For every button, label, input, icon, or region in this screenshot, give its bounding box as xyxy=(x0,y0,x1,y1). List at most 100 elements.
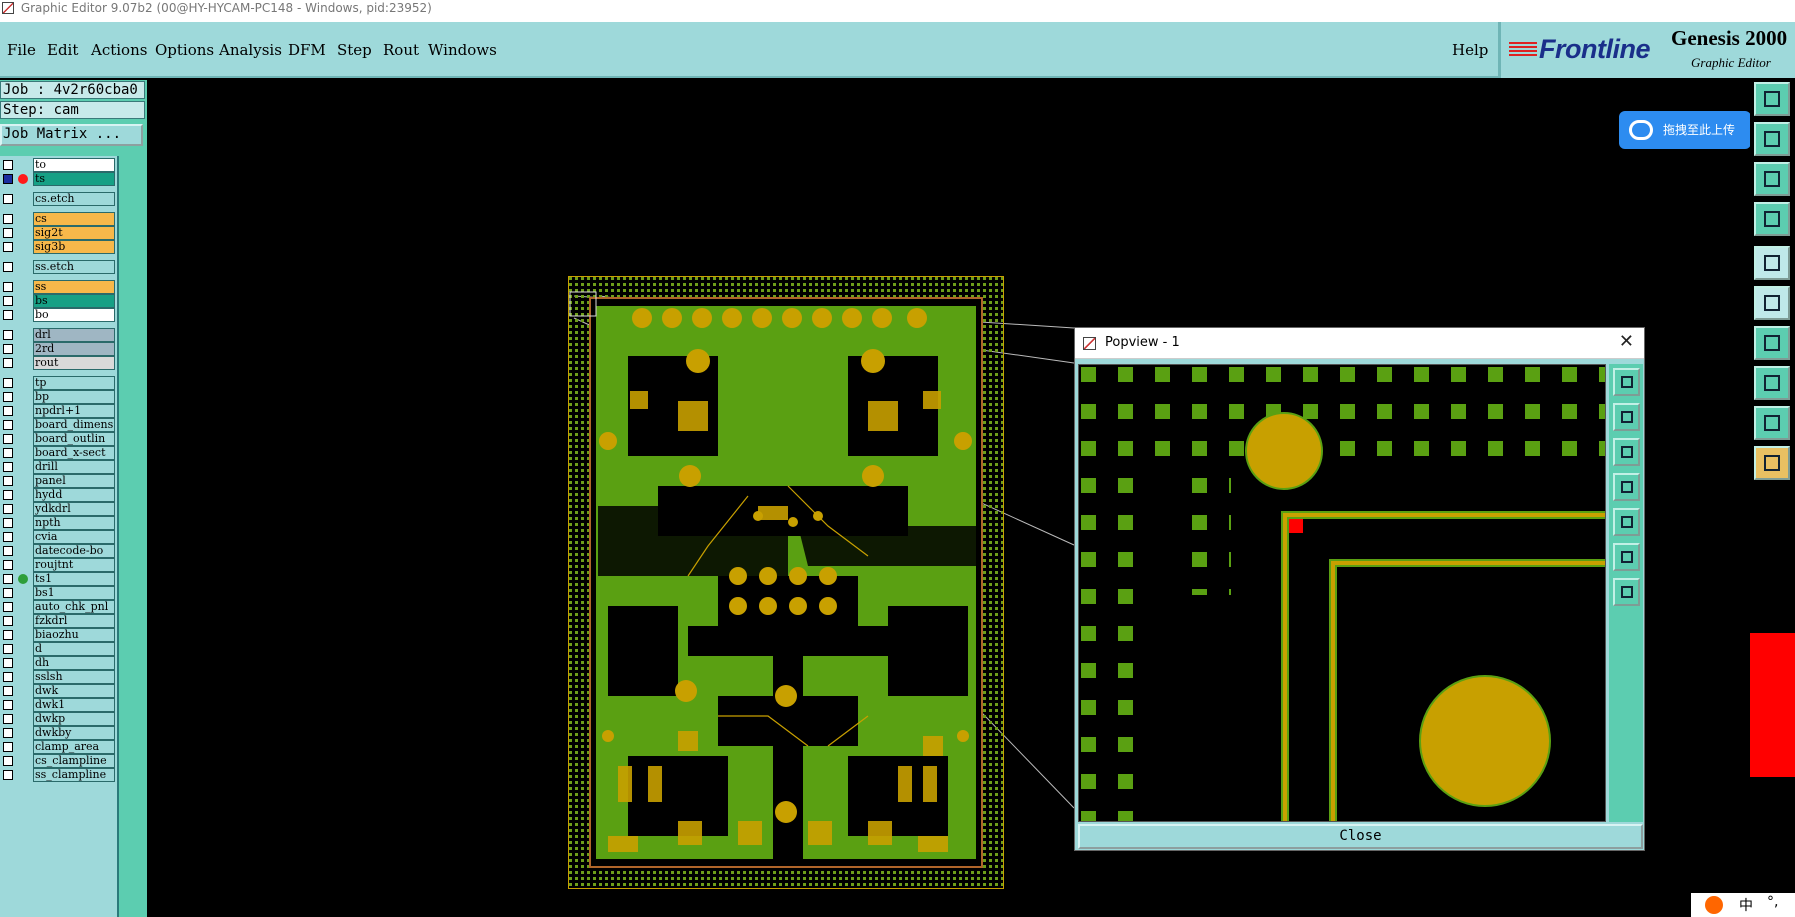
layer-checkbox[interactable] xyxy=(3,630,13,640)
layer-row[interactable]: drl xyxy=(0,328,117,342)
tool-button-measure[interactable] xyxy=(1754,202,1790,236)
layer-name[interactable]: ts1 xyxy=(33,572,115,586)
pcb-board-view[interactable] xyxy=(568,276,1004,889)
layer-row[interactable]: dwkp xyxy=(0,712,117,726)
layer-checkbox[interactable] xyxy=(3,490,13,500)
layer-checkbox[interactable] xyxy=(3,310,13,320)
layer-row[interactable]: npdrl+1 xyxy=(0,404,117,418)
layer-row[interactable]: datecode-bo xyxy=(0,544,117,558)
tool-button-pointer[interactable] xyxy=(1754,446,1790,480)
layer-checkbox[interactable] xyxy=(3,296,13,306)
layer-row[interactable]: panel xyxy=(0,474,117,488)
layer-name[interactable]: drl xyxy=(33,328,115,342)
layer-name[interactable]: rout xyxy=(33,356,115,370)
layer-checkbox[interactable] xyxy=(3,262,13,272)
layer-row[interactable]: sig2t xyxy=(0,226,117,240)
job-matrix-button[interactable]: Job Matrix ... xyxy=(0,124,143,146)
layer-row[interactable]: cs_clampline xyxy=(0,754,117,768)
layer-row[interactable]: sig3b xyxy=(0,240,117,254)
layer-name[interactable]: ts xyxy=(33,172,115,186)
layer-name[interactable]: roujtnt xyxy=(33,558,115,572)
layer-checkbox[interactable] xyxy=(3,344,13,354)
layer-row[interactable]: ydkdrl xyxy=(0,502,117,516)
layer-name[interactable]: bs xyxy=(33,294,115,308)
layer-name[interactable]: cvia xyxy=(33,530,115,544)
layer-row[interactable]: ss_clampline xyxy=(0,768,117,782)
popview-tool-left[interactable] xyxy=(1613,473,1640,501)
layer-row[interactable]: d xyxy=(0,642,117,656)
layer-row[interactable]: auto_chk_pnl xyxy=(0,600,117,614)
layer-name[interactable]: bs1 xyxy=(33,586,115,600)
layer-checkbox[interactable] xyxy=(3,602,13,612)
layer-name[interactable]: d xyxy=(33,642,115,656)
layer-row[interactable]: drill xyxy=(0,460,117,474)
layer-checkbox[interactable] xyxy=(3,228,13,238)
layer-row[interactable]: dh xyxy=(0,656,117,670)
sogou-icon[interactable] xyxy=(1705,896,1723,914)
tool-button-fit[interactable] xyxy=(1754,162,1790,196)
layer-checkbox[interactable] xyxy=(3,358,13,368)
layer-name[interactable]: cs_clampline xyxy=(33,754,115,768)
layer-row[interactable]: board_x-sect xyxy=(0,446,117,460)
tool-button-triangle[interactable] xyxy=(1754,406,1790,440)
layer-checkbox[interactable] xyxy=(3,658,13,668)
layer-name[interactable]: sig2t xyxy=(33,226,115,240)
menu-actions[interactable]: Actions xyxy=(91,41,147,59)
layer-name[interactable]: hydd xyxy=(33,488,115,502)
layer-checkbox[interactable] xyxy=(3,282,13,292)
layer-row[interactable]: board_outlin xyxy=(0,432,117,446)
layer-name[interactable]: biaozhu xyxy=(33,628,115,642)
ime-indicator[interactable]: 中 xyxy=(1739,895,1753,915)
popview-tool-right[interactable] xyxy=(1613,508,1640,536)
layer-name[interactable]: tp xyxy=(33,376,115,390)
layer-name[interactable]: board_outlin xyxy=(33,432,115,446)
layer-checkbox[interactable] xyxy=(3,194,13,204)
layer-name[interactable]: sig3b xyxy=(33,240,115,254)
popview-tool-down[interactable] xyxy=(1613,438,1640,466)
layer-name[interactable]: datecode-bo xyxy=(33,544,115,558)
tool-button-net[interactable] xyxy=(1754,286,1790,320)
cloud-upload-button[interactable]: 拖拽至此上传 xyxy=(1619,111,1751,149)
layer-checkbox[interactable] xyxy=(3,330,13,340)
menu-windows[interactable]: Windows xyxy=(428,41,497,59)
layer-name[interactable]: dwkp xyxy=(33,712,115,726)
layer-checkbox[interactable] xyxy=(3,378,13,388)
popview-tool-zoom[interactable] xyxy=(1613,368,1640,396)
layer-row[interactable]: bs xyxy=(0,294,117,308)
menu-file[interactable]: File xyxy=(7,41,36,59)
popview-title-bar[interactable]: Popview - 1 ✕ xyxy=(1075,328,1644,359)
layer-row[interactable]: cs.etch xyxy=(0,192,117,206)
layer-row[interactable]: hydd xyxy=(0,488,117,502)
layer-checkbox[interactable] xyxy=(3,448,13,458)
layer-checkbox[interactable] xyxy=(3,476,13,486)
layer-checkbox[interactable] xyxy=(3,462,13,472)
menu-dfm[interactable]: DFM xyxy=(288,41,326,59)
layer-name[interactable]: dwkby xyxy=(33,726,115,740)
layer-row[interactable]: ts xyxy=(0,172,117,186)
tool-button-snapshot[interactable] xyxy=(1754,246,1790,280)
layer-checkbox[interactable] xyxy=(3,392,13,402)
layer-checkbox[interactable] xyxy=(3,214,13,224)
layer-checkbox[interactable] xyxy=(3,518,13,528)
layer-checkbox[interactable] xyxy=(3,588,13,598)
layer-checkbox[interactable] xyxy=(3,700,13,710)
layer-name[interactable]: bo xyxy=(33,308,115,322)
layer-row[interactable]: dwkby xyxy=(0,726,117,740)
layer-row[interactable]: ts1 xyxy=(0,572,117,586)
layer-checkbox[interactable] xyxy=(3,742,13,752)
tool-button-slope[interactable] xyxy=(1754,326,1790,360)
layer-name[interactable]: npdrl+1 xyxy=(33,404,115,418)
layer-row[interactable]: rout xyxy=(0,356,117,370)
layer-checkbox[interactable] xyxy=(3,672,13,682)
layer-name[interactable]: board_x-sect xyxy=(33,446,115,460)
layer-name[interactable]: to xyxy=(33,158,115,172)
layer-checkbox[interactable] xyxy=(3,574,13,584)
popview-close-button[interactable]: Close xyxy=(1078,824,1643,849)
layer-name[interactable]: panel xyxy=(33,474,115,488)
tool-button-highlight[interactable] xyxy=(1754,366,1790,400)
layer-name[interactable]: bp xyxy=(33,390,115,404)
layer-checkbox[interactable] xyxy=(3,174,13,184)
menu-help[interactable]: Help xyxy=(1452,41,1488,59)
layer-row[interactable]: dwk1 xyxy=(0,698,117,712)
layer-name[interactable]: cs xyxy=(33,212,115,226)
